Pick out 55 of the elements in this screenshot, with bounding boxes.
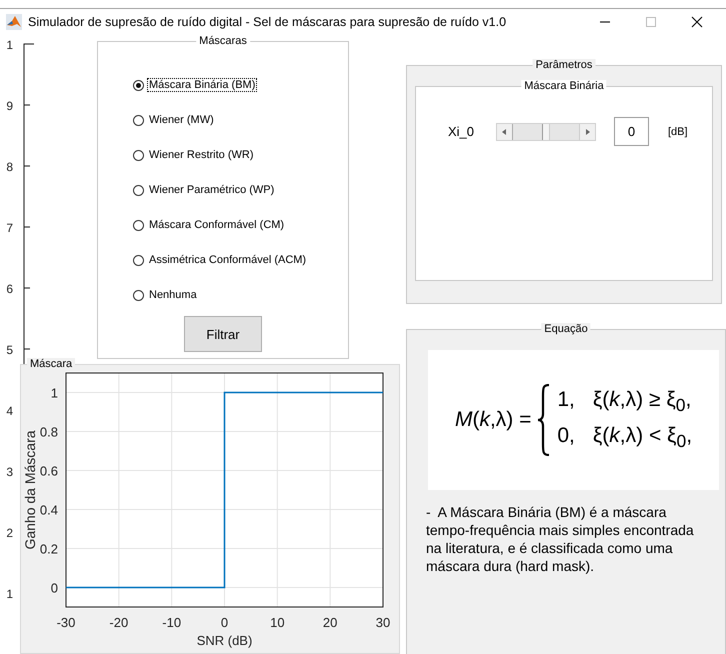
axis-tick-label: 1 [6,38,13,52]
app-logo-icon [6,14,22,30]
x-tick-label: 30 [376,615,390,630]
radio-label[interactable]: Wiener Paramétrico (WP) [148,184,276,196]
slider[interactable] [496,122,596,140]
radio-label[interactable]: Máscara Binária (BM) [148,79,256,91]
value-field[interactable]: 0 [614,117,649,146]
case-condition: ξ(k,λ) ≥ ξ$_{0}$, [592,388,692,416]
case-value: 1, [557,388,575,413]
axis-tick-label: 9 [6,99,13,113]
x-tick-label: 20 [322,615,338,630]
axis-tick-label: 7 [6,221,13,235]
window-title: Simulador de supresão de ruído digital - Sel de máscaras para supresão de ruído v1.0 [28,14,508,28]
y-tick-label: 0.8 [40,424,58,440]
x-tick-label: -20 [109,615,128,630]
radio-button[interactable] [133,290,144,300]
radio-button[interactable] [133,220,144,230]
curly-brace-icon [537,384,552,456]
slider-label: Xi_0 [448,124,476,139]
x-axis-label: SNR (dB) [196,633,252,648]
description-text: - A Máscara Binária (BM) é a máscara tempo-frequência mais simples encontrada na literatura, e é classificada como uma máscara dura (hard mask). [426,503,695,575]
x-tick-label: -10 [162,615,182,630]
slider-thumb[interactable] [542,124,550,140]
axis-tick-label: 4 [6,404,13,418]
equation-lhs: M(k,λ) = [454,408,532,432]
y-tick-label: 0.4 [40,502,58,518]
x-tick-label: 10 [270,615,285,630]
axis-tick-label: 6 [6,282,13,296]
axis-tick-label: 1 [6,587,13,601]
filter-button[interactable]: Filtrar [184,316,262,352]
axis-tick-label: 8 [6,160,13,174]
y-tick-label: 0 [50,580,58,596]
radio-label[interactable]: Assimétrica Conformável (ACM) [148,254,308,266]
x-tick-label: 0 [220,615,228,630]
panel-title: Equação [541,323,591,336]
y-axis-label: Ganho da Máscara [22,430,38,550]
radio-button[interactable] [133,80,144,90]
radio-label[interactable]: Wiener Restrito (WR) [148,149,255,161]
axis-tick-label: 2 [6,526,13,540]
radio-button[interactable] [133,254,144,266]
y-tick-label: 0.2 [40,542,58,556]
radio-button[interactable] [133,114,144,126]
radio-label[interactable]: Máscara Conformável (CM) [148,219,286,231]
case-value: 0, [557,424,575,449]
radio-button[interactable] [133,184,144,196]
radio-label[interactable]: Wiener (MW) [148,114,215,126]
y-tick-label: 0.6 [40,464,58,478]
radio-label[interactable]: Nenhuma [148,289,198,301]
unit-label: [dB] [668,126,688,138]
axis-tick-label: 5 [6,343,13,357]
case-condition: ξ(k,λ) < ξ$_{0}$, [592,424,692,452]
axis-tick-label: 3 [6,465,13,479]
y-tick-label: 1 [50,386,58,400]
radio-button[interactable] [133,150,144,160]
x-tick-label: -30 [56,615,76,630]
